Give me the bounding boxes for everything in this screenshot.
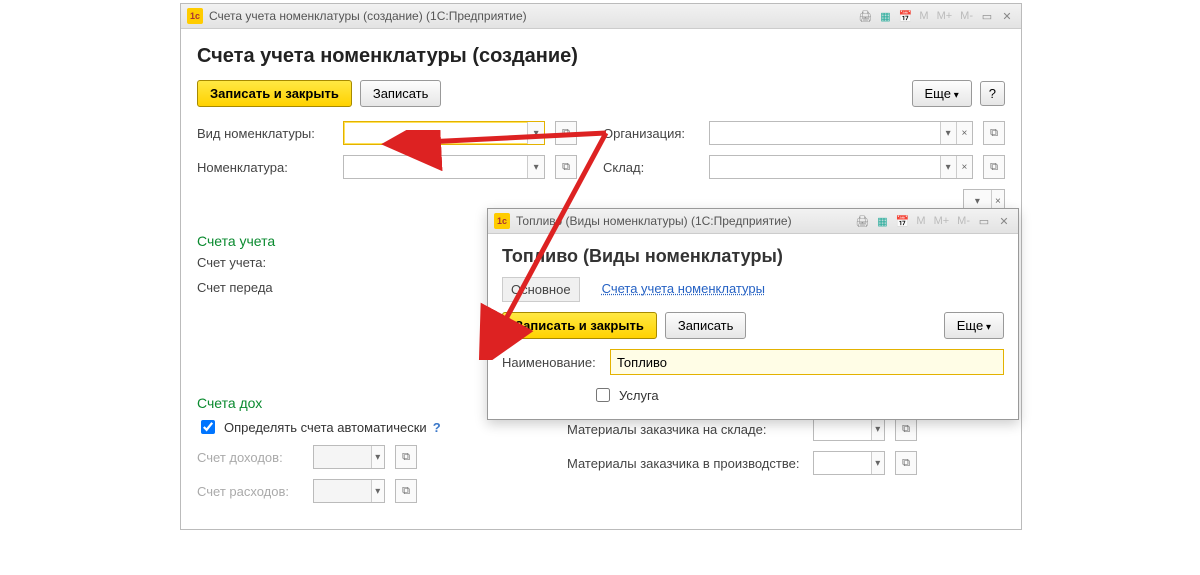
open-icon[interactable]: ⧉: [983, 121, 1005, 145]
m-button[interactable]: M: [914, 215, 927, 227]
dropdown-icon[interactable]: ▾: [940, 122, 956, 144]
popup-titlebar: 1c Топливо (Виды номенклатуры) (1С:Предп…: [488, 209, 1018, 234]
popup-save-close-button[interactable]: Записать и закрыть: [502, 312, 657, 339]
auto-accounts-label: Определять счета автоматически: [224, 420, 427, 435]
calc-icon[interactable]: ▦: [877, 8, 893, 24]
mplus-button[interactable]: M+: [932, 215, 952, 227]
tab-scheta[interactable]: Счета учета номенклатуры: [594, 277, 773, 302]
mminus-button[interactable]: М-: [958, 10, 975, 22]
dropdown-icon[interactable]: ▾: [871, 418, 884, 440]
main-titlebar: 1c Счета учета номенклатуры (создание) (…: [181, 4, 1021, 29]
section-scheta-ucheta: Счета учета: [197, 233, 527, 249]
open-icon[interactable]: ⧉: [395, 479, 417, 503]
popup-window-title: Топливо (Виды номенклатуры) (1С:Предприя…: [516, 214, 848, 228]
calendar-icon[interactable]: 📅: [897, 8, 913, 24]
mat2-input[interactable]: [814, 452, 871, 474]
print-icon[interactable]: 🖨: [854, 213, 870, 229]
schet-dohodov-input: [314, 446, 371, 468]
popup-name-input[interactable]: [611, 355, 1003, 370]
schet-rashodov-input: [314, 480, 371, 502]
schet-dohodov-field: ▾: [313, 445, 385, 469]
popup-more-button[interactable]: Еще: [944, 312, 1004, 339]
page-title: Счета учета номенклатуры (создание): [197, 45, 1005, 68]
clear-icon[interactable]: ×: [956, 156, 972, 178]
save-button[interactable]: Записать: [360, 80, 442, 107]
logo-1c-icon: 1c: [494, 213, 510, 229]
mat1-input[interactable]: [814, 418, 871, 440]
save-close-button[interactable]: Записать и закрыть: [197, 80, 352, 107]
nom-field[interactable]: ▾: [343, 155, 545, 179]
nom-input[interactable]: [344, 156, 527, 178]
more-button[interactable]: Еще: [912, 80, 972, 107]
clear-icon[interactable]: ×: [956, 122, 972, 144]
popup-title: Топливо (Виды номенклатуры): [502, 246, 1004, 267]
calc-icon[interactable]: ▦: [874, 213, 890, 229]
sklad-label: Склад:: [603, 160, 703, 175]
schet-dohodov-label: Счет доходов:: [197, 450, 307, 465]
print-icon[interactable]: 🖨: [857, 8, 873, 24]
help-button[interactable]: ?: [980, 81, 1005, 106]
schet-ucheta-label: Счет учета:: [197, 255, 307, 270]
open-icon[interactable]: ⧉: [895, 451, 917, 475]
open-icon[interactable]: ⧉: [395, 445, 417, 469]
auto-accounts-checkbox[interactable]: [201, 420, 215, 434]
open-icon[interactable]: ⧉: [895, 417, 917, 441]
vid-nom-input[interactable]: [344, 122, 527, 144]
service-label: Услуга: [619, 388, 659, 403]
sklad-field[interactable]: ▾ ×: [709, 155, 973, 179]
mat1-field[interactable]: ▾: [813, 417, 885, 441]
schet-rashodov-label: Счет расходов:: [197, 484, 307, 499]
nom-label: Номенклатура:: [197, 160, 337, 175]
help-icon[interactable]: ?: [433, 420, 441, 435]
dropdown-icon[interactable]: ▾: [871, 452, 884, 474]
vid-nom-label: Вид номенклатуры:: [197, 126, 337, 141]
popup-name-label: Наименование:: [502, 355, 604, 370]
sklad-input[interactable]: [710, 156, 940, 178]
section-scheta-dohodov: Счета дох: [197, 395, 527, 411]
mat2-label: Материалы заказчика в производстве:: [567, 456, 807, 471]
org-field[interactable]: ▾ ×: [709, 121, 973, 145]
dropdown-icon[interactable]: ▾: [527, 156, 544, 178]
mminus-button[interactable]: M-: [955, 215, 972, 227]
tab-main[interactable]: Основное: [502, 277, 580, 302]
popup-name-field[interactable]: [610, 349, 1004, 375]
open-icon[interactable]: ⧉: [555, 121, 577, 145]
logo-1c-icon: 1c: [187, 8, 203, 24]
schet-peredachi-label: Счет переда: [197, 280, 307, 295]
dropdown-icon[interactable]: ▾: [940, 156, 956, 178]
dropdown-icon[interactable]: ▾: [527, 122, 544, 144]
dropdown-icon: ▾: [371, 480, 384, 502]
close-icon[interactable]: ✕: [999, 8, 1015, 24]
popup-save-button[interactable]: Записать: [665, 312, 747, 339]
dropdown-icon: ▾: [371, 446, 384, 468]
main-window-title: Счета учета номенклатуры (создание) (1С:…: [209, 9, 851, 23]
close-icon[interactable]: ✕: [996, 213, 1012, 229]
popup-tabs: Основное Счета учета номенклатуры: [502, 277, 1004, 302]
open-icon[interactable]: ⧉: [555, 155, 577, 179]
m-button[interactable]: M: [917, 10, 930, 22]
restore-icon[interactable]: ▭: [979, 8, 995, 24]
calendar-icon[interactable]: 📅: [894, 213, 910, 229]
org-input[interactable]: [710, 122, 940, 144]
mplus-button[interactable]: M+: [935, 10, 955, 22]
popup-toolbar: Записать и закрыть Записать Еще: [502, 312, 1004, 339]
popup-window: 1c Топливо (Виды номенклатуры) (1С:Предп…: [487, 208, 1019, 420]
restore-icon[interactable]: ▭: [976, 213, 992, 229]
schet-rashodov-field: ▾: [313, 479, 385, 503]
org-label: Организация:: [603, 126, 703, 141]
main-toolbar: Записать и закрыть Записать Еще ?: [197, 80, 1005, 107]
mat2-field[interactable]: ▾: [813, 451, 885, 475]
mat1-label: Материалы заказчика на складе:: [567, 422, 807, 437]
open-icon[interactable]: ⧉: [983, 155, 1005, 179]
vid-nom-field[interactable]: ▾: [343, 121, 545, 145]
service-checkbox[interactable]: [596, 388, 610, 402]
